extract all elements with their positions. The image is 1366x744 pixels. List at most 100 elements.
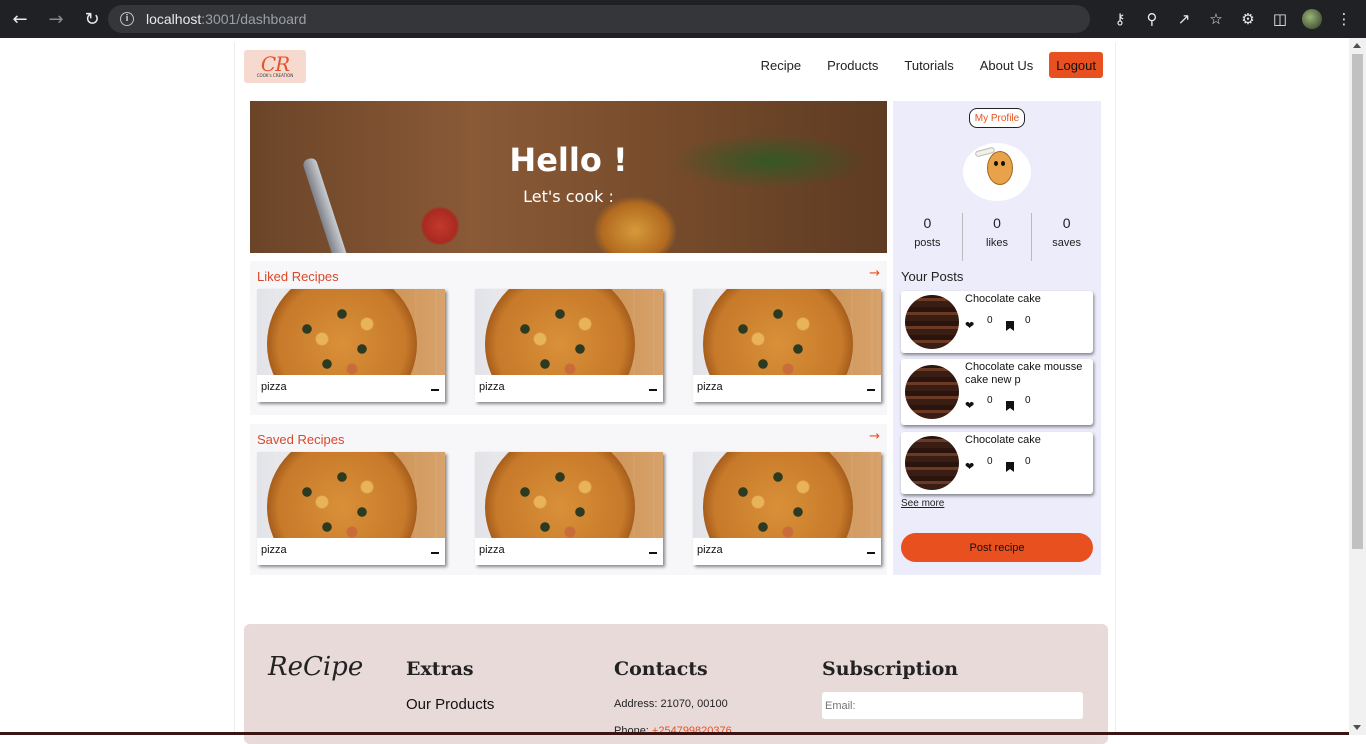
post-title: Chocolate cake mousse cake new p — [965, 361, 1083, 386]
liked-recipes-title: Liked Recipes — [257, 269, 339, 284]
remove-icon[interactable] — [649, 389, 657, 391]
pizza-image — [703, 289, 853, 375]
stat-label: posts — [914, 237, 941, 249]
mascot-eye — [1001, 161, 1005, 166]
forward-icon[interactable]: → — [40, 3, 72, 35]
scroll-down-icon[interactable] — [1353, 725, 1361, 730]
recipe-card[interactable]: pizza — [257, 289, 445, 402]
footer-subscription-heading: Subscription — [822, 658, 959, 680]
site-logo[interactable]: CR COOK's CREATION — [244, 50, 306, 83]
heart-icon[interactable]: ❤ — [965, 399, 974, 412]
saved-recipes-arrow-icon[interactable]: → — [869, 429, 880, 444]
share-icon[interactable]: ↗ — [1168, 3, 1200, 35]
user-avatar[interactable] — [963, 143, 1031, 201]
scroll-up-icon[interactable] — [1353, 43, 1361, 48]
nav-products[interactable]: Products — [827, 58, 878, 73]
recipe-image — [257, 452, 445, 538]
remove-icon[interactable] — [649, 552, 657, 554]
my-profile-button[interactable]: My Profile — [969, 108, 1025, 128]
page-scrollbar[interactable] — [1349, 38, 1366, 735]
browser-toolbar: ← → ↻ i localhost:3001/dashboard ⚷ ⚲ ↗ ☆… — [0, 0, 1366, 38]
footer-contacts-heading: Contacts — [614, 658, 708, 680]
recipe-name: pizza — [697, 544, 723, 556]
remove-icon[interactable] — [431, 552, 439, 554]
recipe-image — [475, 452, 663, 538]
post-likes: 0 — [987, 315, 993, 326]
bookmark-icon[interactable] — [1006, 462, 1014, 472]
recipe-image — [693, 289, 881, 375]
pizza-image — [485, 452, 635, 538]
heart-icon[interactable]: ❤ — [965, 319, 974, 332]
footer-brand: ReCipe — [268, 652, 364, 682]
recipe-card[interactable]: pizza — [257, 452, 445, 565]
key-icon[interactable]: ⚷ — [1104, 3, 1136, 35]
address-bar[interactable]: i localhost:3001/dashboard — [108, 5, 1090, 33]
stat-saves: 0 saves — [1031, 213, 1101, 261]
url-host: localhost — [146, 11, 202, 27]
footer-our-products-link[interactable]: Our Products — [406, 696, 494, 713]
recipe-name: pizza — [261, 381, 287, 393]
mascot-eye — [994, 161, 998, 166]
subscription-email-input[interactable] — [822, 692, 1083, 719]
see-more-link[interactable]: See more — [901, 498, 944, 509]
remove-icon[interactable] — [431, 389, 439, 391]
profile-avatar-image — [1302, 9, 1322, 29]
post-saves: 0 — [1025, 456, 1031, 467]
phone-number-link[interactable]: +254799820376 — [652, 725, 732, 737]
recipe-card[interactable]: pizza — [693, 452, 881, 565]
back-icon[interactable]: ← — [4, 3, 36, 35]
zoom-icon[interactable]: ⚲ — [1136, 3, 1168, 35]
recipe-card[interactable]: pizza — [475, 289, 663, 402]
stat-label: saves — [1052, 237, 1082, 249]
site-info-icon[interactable]: i — [120, 12, 134, 26]
stat-label: likes — [986, 237, 1009, 249]
bookmark-star-icon[interactable]: ☆ — [1200, 3, 1232, 35]
profile-stats: 0 posts 0 likes 0 saves — [893, 213, 1101, 261]
post-card[interactable]: Chocolate cake ❤ 0 0 — [901, 432, 1093, 494]
top-nav: Recipe Products Tutorials About Us Logou… — [735, 52, 1103, 78]
nav-recipe[interactable]: Recipe — [761, 58, 801, 73]
bookmark-icon[interactable] — [1006, 401, 1014, 411]
footer-address: Address: 21070, 00100 — [614, 698, 728, 710]
post-thumbnail — [905, 365, 959, 419]
recipe-card[interactable]: pizza — [693, 289, 881, 402]
footer-phone: Phone: +254799820376 — [614, 725, 732, 737]
post-card[interactable]: Chocolate cake mousse cake new p ❤ 0 0 — [901, 359, 1093, 425]
post-likes: 0 — [987, 395, 993, 406]
nav-about-us[interactable]: About Us — [980, 58, 1033, 73]
stat-likes: 0 likes — [961, 213, 1032, 261]
profile-avatar[interactable] — [1296, 3, 1328, 35]
saved-recipes-title: Saved Recipes — [257, 432, 345, 447]
hero-greeting: Hello ! — [509, 141, 628, 179]
heart-icon[interactable]: ❤ — [965, 460, 974, 473]
pizza-image — [485, 289, 635, 375]
extensions-icon[interactable]: ⚙ — [1232, 3, 1264, 35]
logo-tagline: COOK's CREATION — [256, 73, 294, 78]
chicken-mascot — [987, 151, 1013, 185]
liked-recipes-arrow-icon[interactable]: → — [869, 266, 880, 281]
scrollbar-thumb[interactable] — [1352, 54, 1363, 549]
stat-value: 0 — [923, 215, 932, 231]
pizza-image — [703, 452, 853, 538]
recipe-card[interactable]: pizza — [475, 452, 663, 565]
logout-button[interactable]: Logout — [1049, 52, 1103, 78]
logo-mark: CR — [260, 52, 290, 76]
remove-icon[interactable] — [867, 389, 875, 391]
bookmark-icon[interactable] — [1006, 321, 1014, 331]
url-path: :3001/dashboard — [201, 11, 307, 27]
post-saves: 0 — [1025, 395, 1031, 406]
sidepanel-icon[interactable]: ◫ — [1264, 3, 1296, 35]
page: CR COOK's CREATION Recipe Products Tutor… — [234, 42, 1116, 744]
stat-posts: 0 posts — [893, 213, 962, 261]
footer-extras-heading: Extras — [406, 658, 474, 680]
post-recipe-button[interactable]: Post recipe — [901, 533, 1093, 562]
recipe-name: pizza — [479, 381, 505, 393]
nav-tutorials[interactable]: Tutorials — [904, 58, 953, 73]
recipe-image — [693, 452, 881, 538]
menu-icon[interactable]: ⋮ — [1328, 3, 1360, 35]
reload-icon[interactable]: ↻ — [76, 3, 108, 35]
saved-recipes-section: Saved Recipes → pizza pizza pizza — [250, 424, 887, 575]
post-card[interactable]: Chocolate cake ❤ 0 0 — [901, 291, 1093, 353]
post-title: Chocolate cake — [965, 293, 1041, 305]
remove-icon[interactable] — [867, 552, 875, 554]
